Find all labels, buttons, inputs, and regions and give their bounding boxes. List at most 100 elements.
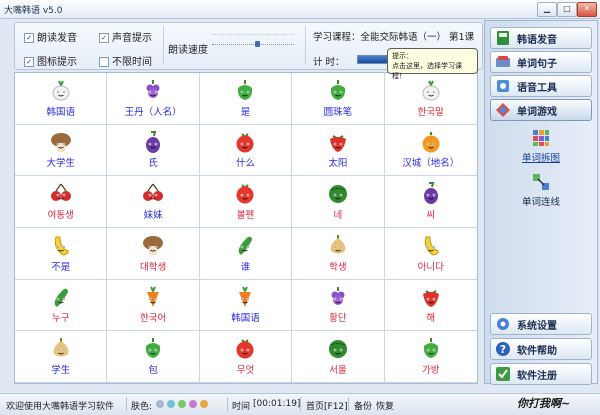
- word-label: 妹妹: [143, 210, 163, 221]
- word-label: 가방: [422, 365, 440, 376]
- speed-slider-ticks: [212, 34, 294, 35]
- read-speed-label: 朗读速度: [168, 45, 208, 56]
- restore-button[interactable]: 恢复: [376, 399, 394, 412]
- word-card[interactable]: 가방: [384, 331, 477, 383]
- watermelon-icon: [328, 185, 347, 204]
- nav-sentences-button[interactable]: 单词句子: [490, 51, 592, 73]
- gear-icon: [497, 318, 509, 330]
- nav-label: 单词句子: [517, 59, 557, 70]
- word-card[interactable]: 씨: [384, 176, 477, 228]
- word-card[interactable]: 대학생: [107, 228, 200, 280]
- word-label: 汉城（地名）: [402, 158, 460, 170]
- word-label: 무엇: [236, 365, 255, 376]
- skin-color-swatch[interactable]: [200, 399, 208, 408]
- word-card[interactable]: 太阳: [292, 124, 385, 177]
- carrot-icon: [147, 286, 160, 307]
- nav-tools-button[interactable]: 语音工具: [490, 75, 592, 97]
- sound-hint-label: 声音提示: [112, 33, 152, 44]
- word-card[interactable]: 학생: [292, 228, 385, 280]
- word-label: 황단: [329, 313, 347, 325]
- word-card[interactable]: 아니다: [384, 228, 477, 280]
- word-card[interactable]: 妹妹: [107, 176, 200, 228]
- word-card[interactable]: 什么: [199, 124, 293, 177]
- word-card[interactable]: 是: [199, 73, 293, 125]
- word-card[interactable]: 볼펜: [199, 176, 293, 228]
- cucumber-icon: [54, 288, 68, 307]
- orange-icon: [422, 131, 440, 153]
- word-card[interactable]: 谁: [199, 228, 293, 280]
- status-bar: 欢迎使用大嘴韩语学习软件 肤色: 时间 [00:01:19] 首页[F12] 备…: [0, 393, 600, 415]
- minimize-button[interactable]: ▁: [537, 2, 557, 17]
- pepper-icon: [330, 80, 346, 100]
- course-label[interactable]: 学习课程：全能交际韩语（一） 第1课: [313, 29, 474, 43]
- word-card[interactable]: 圆珠笔: [292, 73, 385, 125]
- speed-slider[interactable]: [212, 44, 294, 45]
- nav-label: 语音工具: [517, 83, 557, 94]
- word-card[interactable]: 学生: [15, 331, 108, 383]
- sentence-icon: [496, 56, 510, 67]
- word-card[interactable]: 한국어: [107, 279, 200, 332]
- home-button[interactable]: 首页[F12]: [306, 399, 348, 412]
- word-card[interactable]: 大学生: [15, 124, 108, 177]
- skin-label: 肤色:: [131, 402, 153, 412]
- sound-hint-checkbox[interactable]: ✓ 声音提示: [99, 29, 152, 44]
- no-time-limit-checkbox[interactable]: 不限时间: [99, 53, 152, 68]
- word-card[interactable]: 韩国语: [199, 279, 293, 332]
- word-card[interactable]: 包: [107, 331, 200, 383]
- pepper-icon: [423, 338, 438, 359]
- word-label: 한국말: [417, 106, 444, 118]
- word-card[interactable]: 不是: [15, 228, 108, 280]
- word-card[interactable]: 王丹（人名）: [107, 73, 200, 125]
- icon-hint-checkbox[interactable]: ✓ 图标提示: [24, 53, 77, 68]
- word-label: 학생: [329, 261, 347, 273]
- nav-pronunciation-button[interactable]: 韩语发音: [490, 27, 592, 49]
- checkbox-checked-icon: ✓: [99, 33, 109, 43]
- nav-games-button[interactable]: 单词游戏: [490, 99, 592, 121]
- close-button[interactable]: ✕: [577, 2, 597, 17]
- game-puzzle-item[interactable]: 单词拆图: [485, 129, 597, 164]
- skin-color-swatch[interactable]: [156, 399, 164, 408]
- word-card[interactable]: 무엇: [199, 331, 293, 383]
- help-icon: ?: [496, 342, 510, 356]
- skin-color-swatch[interactable]: [178, 399, 186, 408]
- nav-label: 单词游戏: [517, 107, 557, 118]
- skin-color-swatch[interactable]: [167, 399, 175, 408]
- radish-icon: [422, 80, 440, 101]
- word-card[interactable]: 황단: [292, 279, 385, 332]
- word-label: 圆珠笔: [323, 106, 353, 118]
- pepper-icon: [238, 80, 253, 100]
- backup-button[interactable]: 备份: [354, 399, 372, 412]
- brand-logo: 你打我啊~: [517, 397, 571, 410]
- skin-color-picker: [156, 399, 211, 409]
- title-bar: 大嘴韩语 v5.0 ▁ □ ✕: [0, 0, 600, 19]
- word-label: 씨: [426, 210, 436, 221]
- word-label: 太阳: [328, 158, 348, 170]
- game-puzzle-label: 单词拆图: [521, 153, 560, 164]
- word-label: 한국어: [139, 313, 167, 325]
- strawberry-icon: [329, 134, 346, 152]
- register-button[interactable]: 软件注册: [490, 363, 592, 385]
- read-aloud-checkbox[interactable]: ✓ 朗读发音: [24, 29, 77, 44]
- word-card[interactable]: 누구: [15, 279, 108, 332]
- checkbox-checked-icon: ✓: [24, 57, 34, 67]
- word-card[interactable]: 네: [292, 176, 385, 228]
- divider: [126, 397, 127, 411]
- word-card[interactable]: 韩国语: [15, 73, 108, 125]
- game-connect-item[interactable]: 单词连线: [485, 173, 597, 208]
- word-card[interactable]: 여동생: [15, 176, 108, 228]
- word-grid: 韩国语 王丹（人名） 是 圆珠笔 한국말 大学生 氏 什么 太阳 汉城（地名） 여동생 妹妹 볼펜 네 씨 不…: [14, 72, 478, 384]
- skin-color-swatch[interactable]: [189, 399, 197, 408]
- speed-slider-thumb[interactable]: [255, 41, 260, 47]
- maximize-button[interactable]: □: [557, 2, 577, 17]
- word-card[interactable]: 氏: [107, 124, 200, 177]
- word-card[interactable]: 汉城（地名）: [384, 125, 477, 177]
- word-card[interactable]: 서울: [292, 331, 385, 383]
- settings-button[interactable]: 系统设置: [490, 313, 592, 335]
- help-button[interactable]: ? 软件帮助: [490, 338, 592, 360]
- help-label: 软件帮助: [517, 346, 557, 357]
- mushroom-icon: [50, 132, 71, 152]
- grape-icon: [331, 286, 345, 305]
- window-title: 大嘴韩语 v5.0: [4, 6, 63, 16]
- banana-icon: [424, 236, 439, 256]
- word-card[interactable]: 해: [384, 280, 477, 332]
